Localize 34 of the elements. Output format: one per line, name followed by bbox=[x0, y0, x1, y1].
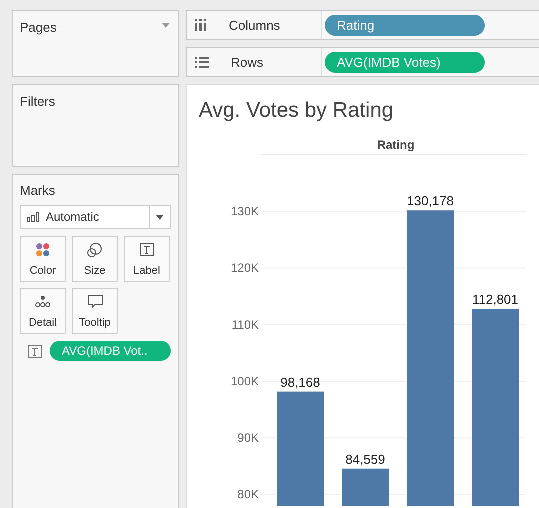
axis-tick-label: 110K bbox=[232, 318, 259, 332]
value-label: 130,178 bbox=[407, 194, 454, 209]
bar-chart-icon bbox=[27, 212, 40, 222]
card-title: Marks bbox=[20, 183, 56, 198]
axis-tick-label: 130K bbox=[230, 204, 259, 219]
mark-button[interactable]: Color bbox=[20, 236, 66, 282]
mark-button[interactable]: Size bbox=[72, 236, 118, 282]
axis-tick-label: 120K bbox=[230, 261, 259, 276]
value-label: 112,801 bbox=[472, 292, 519, 307]
mark-button[interactable]: Tooltip bbox=[72, 288, 118, 334]
card-title: Pages bbox=[20, 20, 57, 35]
mark-button[interactable]: Label bbox=[124, 236, 170, 282]
chart-title: Avg. Votes by Rating bbox=[198, 98, 395, 124]
caret-icon bbox=[156, 214, 164, 220]
card-title: Filters bbox=[20, 94, 56, 109]
axis-tick-label: 90K bbox=[238, 431, 259, 446]
value-label: 84,559 bbox=[346, 452, 386, 467]
columns-icon bbox=[195, 19, 207, 31]
text-icon bbox=[140, 243, 154, 256]
mark-type-dropdown[interactable]: Automatic bbox=[20, 205, 171, 229]
text-icon bbox=[28, 344, 42, 358]
shapes-icon bbox=[87, 243, 103, 258]
axis-tick-label: 100K bbox=[230, 374, 259, 388]
speech-bubble-icon bbox=[88, 295, 102, 309]
caret-icon[interactable] bbox=[162, 23, 170, 28]
axis-tick-label: 80K bbox=[238, 488, 259, 502]
shelf-label: Columns bbox=[229, 18, 280, 32]
mark-button[interactable]: Detail bbox=[20, 288, 66, 334]
value-label: 98,168 bbox=[280, 374, 320, 390]
column-header: Rating bbox=[377, 138, 415, 152]
list-icon bbox=[195, 56, 209, 68]
shelf-label: Rows bbox=[231, 54, 264, 70]
color-dots-icon bbox=[36, 243, 50, 257]
dots-icon bbox=[35, 295, 51, 308]
